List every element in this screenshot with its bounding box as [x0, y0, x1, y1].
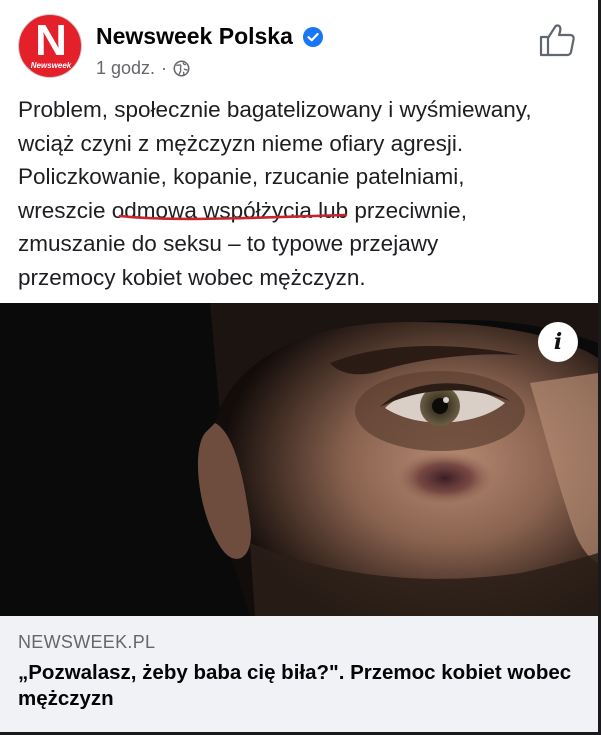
link-domain: NEWSWEEK.PL: [18, 632, 156, 652]
post-timestamp[interactable]: 1 godz.: [96, 58, 155, 79]
link-preview[interactable]: NEWSWEEK.PL „Pozwalasz, żeby baba cię bi…: [0, 616, 598, 732]
facebook-post: N Newsweek Newsweek Polska 1 godz. · Pro…: [0, 0, 601, 735]
post-text-line-5: zmuszanie do seksu – to typowe przejawy: [18, 231, 439, 256]
bruised-face-photo: [0, 303, 598, 616]
page-name-link[interactable]: Newsweek Polska: [96, 23, 293, 50]
post-meta: 1 godz. ·: [96, 58, 190, 79]
post-text-line-2: wciąż czyni z mężczyzn nieme ofiary agre…: [18, 130, 464, 156]
thumbs-up-icon[interactable]: [538, 22, 576, 58]
post-header: N Newsweek Newsweek Polska 1 godz. ·: [0, 0, 598, 92]
page-avatar[interactable]: N Newsweek: [18, 14, 82, 78]
post-text-line-1: Problem, społecznie bagatelizowany i wyś…: [18, 97, 532, 122]
post-text-line-6: przemocy kobiet wobec mężczyzn.: [18, 264, 366, 290]
globe-icon[interactable]: [173, 60, 190, 77]
verified-badge-icon: [303, 27, 323, 47]
post-text-line-4-before: wreszcie: [18, 197, 112, 223]
post-text: Problem, społecznie bagatelizowany i wyś…: [18, 93, 588, 294]
info-icon[interactable]: i: [538, 322, 578, 362]
link-title[interactable]: „Pozwalasz, żeby baba cię biła?". Przemo…: [18, 660, 583, 712]
handdrawn-underline: [118, 213, 348, 221]
article-image[interactable]: [0, 303, 598, 616]
post-text-line-3: Policzkowanie, kopanie, rzucanie patelni…: [18, 164, 465, 189]
meta-separator: ·: [161, 58, 168, 78]
avatar-logo-letter: N: [35, 16, 67, 65]
avatar-logo-word: Newsweek: [30, 61, 72, 70]
